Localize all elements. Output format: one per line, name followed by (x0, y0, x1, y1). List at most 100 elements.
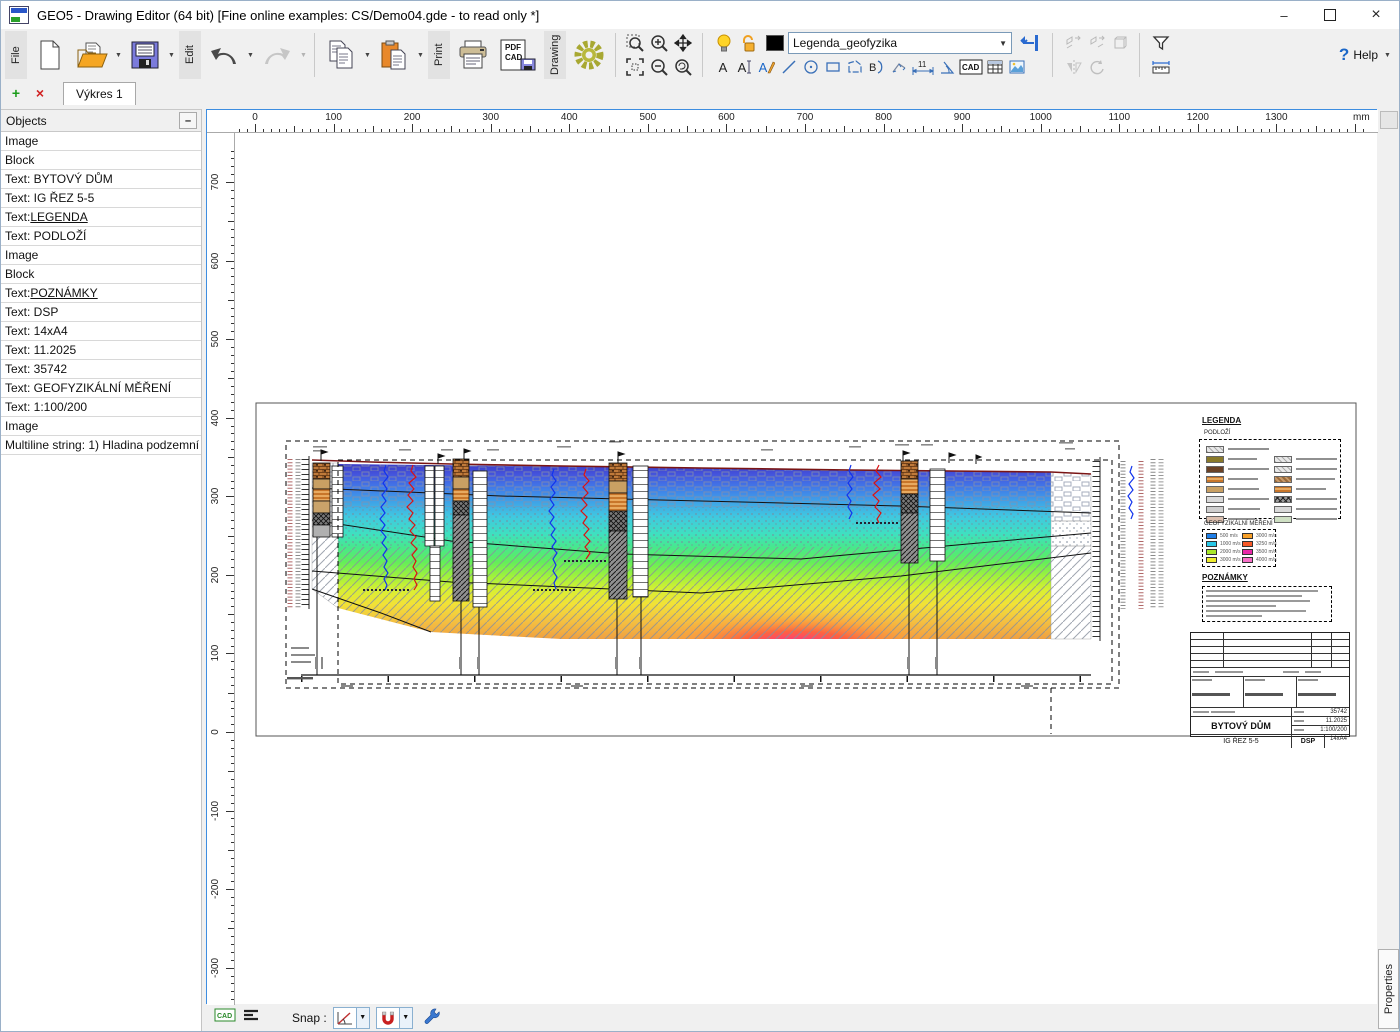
objects-list: ImageBlockText: BYTOVÝ DŮMText: IG ŘEZ 5… (1, 132, 201, 455)
objects-panel-title: Objects (6, 114, 47, 128)
snap-angle-combo[interactable]: ▼ (333, 1007, 370, 1029)
objects-list-item[interactable]: Multiline string: 1) Hladina podzemní (1, 436, 201, 455)
v-ruler-label: 300 (210, 488, 221, 505)
undo-button[interactable] (203, 31, 245, 79)
line-tool[interactable] (778, 57, 800, 77)
rectangle-tool[interactable] (822, 57, 844, 77)
unlock-button[interactable] (736, 31, 760, 55)
zoom-previous-button[interactable] (671, 55, 695, 79)
copy-button[interactable] (320, 31, 362, 79)
close-button[interactable]: × (1353, 1, 1399, 29)
remove-sheet-button[interactable]: × (29, 83, 51, 103)
subsoil-swatch (1206, 446, 1224, 453)
polyline-edit-tool[interactable] (888, 57, 910, 77)
rectangle-icon (825, 59, 841, 75)
objects-list-item[interactable]: Text: 14xA4 (1, 322, 201, 341)
tab-vykres-1[interactable]: Výkres 1 (63, 82, 136, 105)
objects-panel-minimize-button[interactable]: – (179, 112, 197, 129)
zoom-out-button[interactable] (647, 55, 671, 79)
paste-format-button[interactable] (1086, 31, 1110, 55)
add-sheet-button[interactable]: + (5, 83, 27, 103)
objects-list-item[interactable]: Text: 1:100/200 (1, 398, 201, 417)
open-file-button[interactable] (71, 31, 113, 79)
ruler-corner-button[interactable] (1380, 111, 1398, 129)
title-block-number: 35742 (1304, 709, 1349, 715)
assign-layer-button[interactable] (1018, 31, 1042, 55)
print-menu-label[interactable]: Print (428, 31, 450, 79)
objects-list-item[interactable]: Image (1, 246, 201, 265)
open-dropdown[interactable]: ▼ (113, 33, 124, 77)
angle-dimension-tool[interactable] (936, 57, 958, 77)
objects-list-item[interactable]: Text: DSP (1, 303, 201, 322)
drawing-settings-button[interactable] (568, 31, 610, 79)
text-style-tool[interactable]: A (756, 57, 778, 77)
edit-menu-label[interactable]: Edit (179, 31, 201, 79)
zoom-window-button[interactable] (623, 31, 647, 55)
pan-button[interactable] (671, 31, 695, 55)
undo-dropdown[interactable]: ▼ (245, 33, 256, 77)
redo-button[interactable] (256, 31, 298, 79)
help-dropdown[interactable]: ▼ (1382, 45, 1393, 65)
mirror-button[interactable] (1062, 55, 1086, 79)
properties-tab[interactable]: Properties (1378, 949, 1399, 1029)
drawing-menu-label[interactable]: Drawing (544, 31, 566, 79)
objects-list-item[interactable]: Text: LEGENDA (1, 208, 201, 227)
filter-button[interactable] (1149, 31, 1173, 55)
maximize-button[interactable] (1307, 1, 1353, 29)
snap-settings-button[interactable] (423, 1007, 440, 1029)
print-button[interactable] (452, 31, 494, 79)
titlebar: GEO5 - Drawing Editor (64 bit) [Fine onl… (1, 1, 1399, 30)
objects-list-item[interactable]: Text: 11.2025 (1, 341, 201, 360)
visibility-bulb-button[interactable] (712, 31, 736, 55)
snap-object-combo[interactable]: ▼ (376, 1007, 413, 1029)
help-button[interactable]: ? Help ▼ (1339, 45, 1393, 65)
minimize-button[interactable]: – (1261, 1, 1307, 29)
table-tool[interactable] (984, 57, 1006, 77)
objects-list-item[interactable]: Image (1, 417, 201, 436)
objects-list-item[interactable]: Text: POZNÁMKY (1, 284, 201, 303)
help-label: Help (1353, 48, 1378, 62)
copy-dropdown[interactable]: ▼ (362, 33, 373, 77)
rotate-button[interactable] (1086, 55, 1110, 79)
circle-tool[interactable] (800, 57, 822, 77)
dimension-tool[interactable]: 11 (910, 57, 936, 77)
h-ruler-label: 800 (875, 112, 892, 123)
objects-list-item[interactable]: Image (1, 132, 201, 151)
copy-format-button[interactable] (1062, 31, 1086, 55)
duplicate-button[interactable] (1110, 31, 1134, 55)
file-menu-label[interactable]: File (5, 31, 27, 79)
image-tool[interactable] (1006, 57, 1028, 77)
objects-list-item[interactable]: Block (1, 265, 201, 284)
save-button[interactable] (124, 31, 166, 79)
objects-list-item[interactable]: Text: BYTOVÝ DŮM (1, 170, 201, 189)
cad-import-tool[interactable]: CAD (958, 57, 984, 77)
export-pdf-cad-button[interactable]: PDF CAD (494, 31, 542, 79)
polygon-tool[interactable] (844, 57, 866, 77)
paste-button[interactable] (373, 31, 415, 79)
objects-list-item[interactable]: Text: PODLOŽÍ (1, 227, 201, 246)
objects-list-item[interactable]: Text: IG ŘEZ 5-5 (1, 189, 201, 208)
zoom-in-button[interactable] (647, 31, 671, 55)
objects-list-item[interactable]: Text: GEOFYZIKÁLNÍ MĚŘENÍ (1, 379, 201, 398)
save-dropdown[interactable]: ▼ (166, 33, 177, 77)
text-tool[interactable]: A (712, 57, 734, 77)
magnet-icon (377, 1008, 399, 1028)
layer-combo-arrow[interactable]: ▼ (999, 39, 1011, 48)
drawing-canvas[interactable]: LEGENDA PODLOŽÍ GEOFYZIKÁLNÍ MĚŘENÍ 500 … (206, 109, 1379, 1006)
new-file-button[interactable] (29, 31, 71, 79)
measure-button[interactable] (1149, 55, 1173, 79)
cad-mode-button[interactable]: CAD (214, 1008, 236, 1027)
spline-tool[interactable]: B (866, 57, 888, 77)
snap-object-dropdown[interactable]: ▼ (399, 1008, 412, 1028)
text-cursor-icon (746, 60, 752, 74)
objects-list-item[interactable]: Block (1, 151, 201, 170)
line-style-button[interactable] (242, 1008, 260, 1027)
text-edit-tool[interactable]: A (734, 57, 756, 77)
layer-color-swatch[interactable] (766, 35, 784, 51)
zoom-extents-button[interactable] (623, 55, 647, 79)
snap-angle-dropdown[interactable]: ▼ (356, 1008, 369, 1028)
layer-combo[interactable]: Legenda_geofyzika ▼ (788, 32, 1012, 54)
redo-dropdown[interactable]: ▼ (298, 33, 309, 77)
paste-dropdown[interactable]: ▼ (415, 33, 426, 77)
objects-list-item[interactable]: Text: 35742 (1, 360, 201, 379)
